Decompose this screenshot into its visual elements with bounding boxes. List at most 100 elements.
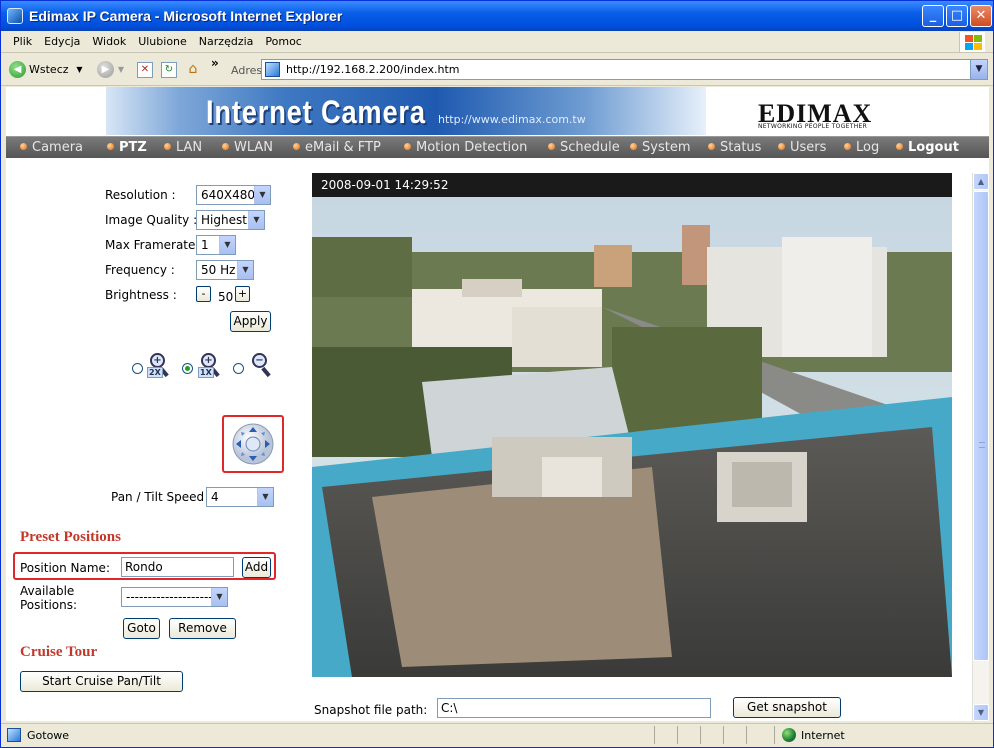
forward-button[interactable]: ▶ ▼ xyxy=(97,61,124,78)
menu-file[interactable]: Plik xyxy=(7,31,38,48)
back-dropdown-icon[interactable]: ▼ xyxy=(76,65,82,74)
nav-schedule[interactable]: Schedule xyxy=(548,140,620,155)
bullet-icon xyxy=(548,143,555,150)
internet-zone-icon xyxy=(782,728,796,742)
chevron-down-icon: ▼ xyxy=(211,588,227,606)
minimize-button[interactable]: _ xyxy=(922,5,944,27)
status-text: Gotowe xyxy=(27,729,70,742)
nav-wlan[interactable]: WLAN xyxy=(222,140,273,155)
address-dropdown-icon[interactable]: ▼ xyxy=(970,60,987,79)
bullet-icon xyxy=(107,143,114,150)
zoom-out-icon[interactable]: − xyxy=(249,353,273,379)
scroll-grip xyxy=(979,442,985,448)
get-snapshot-button[interactable]: Get snapshot xyxy=(733,697,841,718)
nav-status[interactable]: Status xyxy=(708,140,761,155)
refresh-icon[interactable]: ↻ xyxy=(161,62,177,78)
position-name-label: Position Name: xyxy=(20,561,110,575)
maximize-button[interactable]: □ xyxy=(946,5,968,27)
add-position-button[interactable]: Add xyxy=(242,557,271,578)
windows-logo-icon xyxy=(959,32,985,52)
menu-edit[interactable]: Edycja xyxy=(38,31,86,48)
nav-lan[interactable]: LAN xyxy=(164,140,202,155)
bullet-icon xyxy=(404,143,411,150)
address-label: Adres xyxy=(231,64,263,77)
browser-window: Edimax IP Camera - Microsoft Internet Ex… xyxy=(0,0,994,748)
scroll-thumb[interactable] xyxy=(973,191,989,661)
brightness-plus-button[interactable]: + xyxy=(235,286,250,302)
apply-button[interactable]: Apply xyxy=(230,311,271,332)
remove-button[interactable]: Remove xyxy=(169,618,236,639)
pan-tilt-speed-select[interactable]: 4 ▼ xyxy=(206,487,274,507)
chevron-down-icon: ▼ xyxy=(237,261,253,279)
nav-motion-detection[interactable]: Motion Detection xyxy=(404,140,527,155)
bullet-icon xyxy=(844,143,851,150)
image-quality-label: Image Quality : xyxy=(105,213,198,227)
menu-tools[interactable]: Narzędzia xyxy=(193,31,260,48)
available-positions-select[interactable]: -------------------- ▼ xyxy=(121,587,228,607)
available-positions-label: Available Positions: xyxy=(20,584,78,612)
zoom-out-radio[interactable] xyxy=(233,363,244,374)
image-quality-select[interactable]: Highest ▼ xyxy=(196,210,265,230)
scroll-up-icon[interactable]: ▲ xyxy=(973,173,989,190)
page-icon xyxy=(265,62,280,77)
pan-tilt-pad-icon xyxy=(232,423,274,465)
zoom-1x-icon[interactable]: +1X xyxy=(198,353,222,379)
ie-app-icon xyxy=(7,8,23,24)
chevron-down-icon: ▼ xyxy=(257,488,273,506)
snapshot-path-input[interactable]: C:\ xyxy=(437,698,711,718)
home-icon[interactable]: ⌂ xyxy=(185,62,201,78)
back-button[interactable]: ◀ Wstecz ▼ xyxy=(9,61,83,78)
zoom-2x-radio[interactable] xyxy=(132,363,143,374)
status-separator xyxy=(723,726,724,744)
banner-url: http://www.edimax.com.tw xyxy=(438,113,586,126)
banner-title: Internet Camera xyxy=(206,94,426,130)
camera-timestamp: 2008-09-01 14:29:52 xyxy=(321,178,449,192)
chevron-down-icon: ▼ xyxy=(219,236,235,254)
close-button[interactable]: ✕ xyxy=(970,5,992,27)
forward-arrow-icon: ▶ xyxy=(97,61,114,78)
frequency-select[interactable]: 50 Hz ▼ xyxy=(196,260,254,280)
resolution-label: Resolution : xyxy=(105,188,176,202)
bullet-icon xyxy=(164,143,171,150)
position-name-input[interactable]: Rondo xyxy=(121,557,234,577)
brightness-minus-button[interactable]: - xyxy=(196,286,211,302)
nav-ptz[interactable]: PTZ xyxy=(107,140,147,155)
camera-view-image xyxy=(312,197,952,677)
resolution-select[interactable]: 640X480 ▼ xyxy=(196,185,271,205)
page-status-icon xyxy=(7,728,21,742)
start-cruise-button[interactable]: Start Cruise Pan/Tilt xyxy=(20,671,183,692)
scroll-down-icon[interactable]: ▼ xyxy=(973,704,989,721)
nav-bar: Camera PTZ LAN WLAN eMail & FTP Motion D… xyxy=(6,136,989,158)
brightness-label: Brightness : xyxy=(105,288,177,302)
status-separator xyxy=(746,726,747,744)
address-url[interactable]: http://192.168.2.200/index.htm xyxy=(286,63,459,76)
nav-log[interactable]: Log xyxy=(844,140,879,155)
vertical-scrollbar[interactable]: ▲ ▼ xyxy=(972,173,989,721)
max-framerate-label: Max Framerate : xyxy=(105,238,204,252)
menu-help[interactable]: Pomoc xyxy=(259,31,307,48)
zoom-1x-radio[interactable] xyxy=(182,363,193,374)
toolbar-chevron-icon[interactable]: » xyxy=(211,56,219,70)
menu-view[interactable]: Widok xyxy=(86,31,132,48)
title-bar[interactable]: Edimax IP Camera - Microsoft Internet Ex… xyxy=(1,1,993,31)
nav-email-ftp[interactable]: eMail & FTP xyxy=(293,140,381,155)
nav-system[interactable]: System xyxy=(630,140,690,155)
camera-feed xyxy=(312,197,952,677)
edimax-tagline: NETWORKING PEOPLE TOGETHER xyxy=(758,123,868,130)
chevron-down-icon: ▼ xyxy=(254,186,270,204)
nav-camera[interactable]: Camera xyxy=(20,140,83,155)
goto-button[interactable]: Goto xyxy=(123,618,160,639)
zoom-2x-icon[interactable]: +2X xyxy=(147,353,171,379)
status-bar: Gotowe Internet xyxy=(1,723,993,747)
nav-users[interactable]: Users xyxy=(778,140,826,155)
window-title: Edimax IP Camera - Microsoft Internet Ex… xyxy=(29,8,343,24)
stop-icon[interactable]: ✕ xyxy=(137,62,153,78)
menu-favorites[interactable]: Ulubione xyxy=(132,31,193,48)
status-separator xyxy=(677,726,678,744)
max-framerate-select[interactable]: 1 ▼ xyxy=(196,235,236,255)
nav-logout[interactable]: Logout xyxy=(896,140,959,155)
address-bar[interactable]: http://192.168.2.200/index.htm ▼ xyxy=(261,59,988,80)
pan-tilt-control[interactable] xyxy=(232,423,274,465)
bullet-icon xyxy=(293,143,300,150)
brightness-value: 50 xyxy=(218,290,234,304)
